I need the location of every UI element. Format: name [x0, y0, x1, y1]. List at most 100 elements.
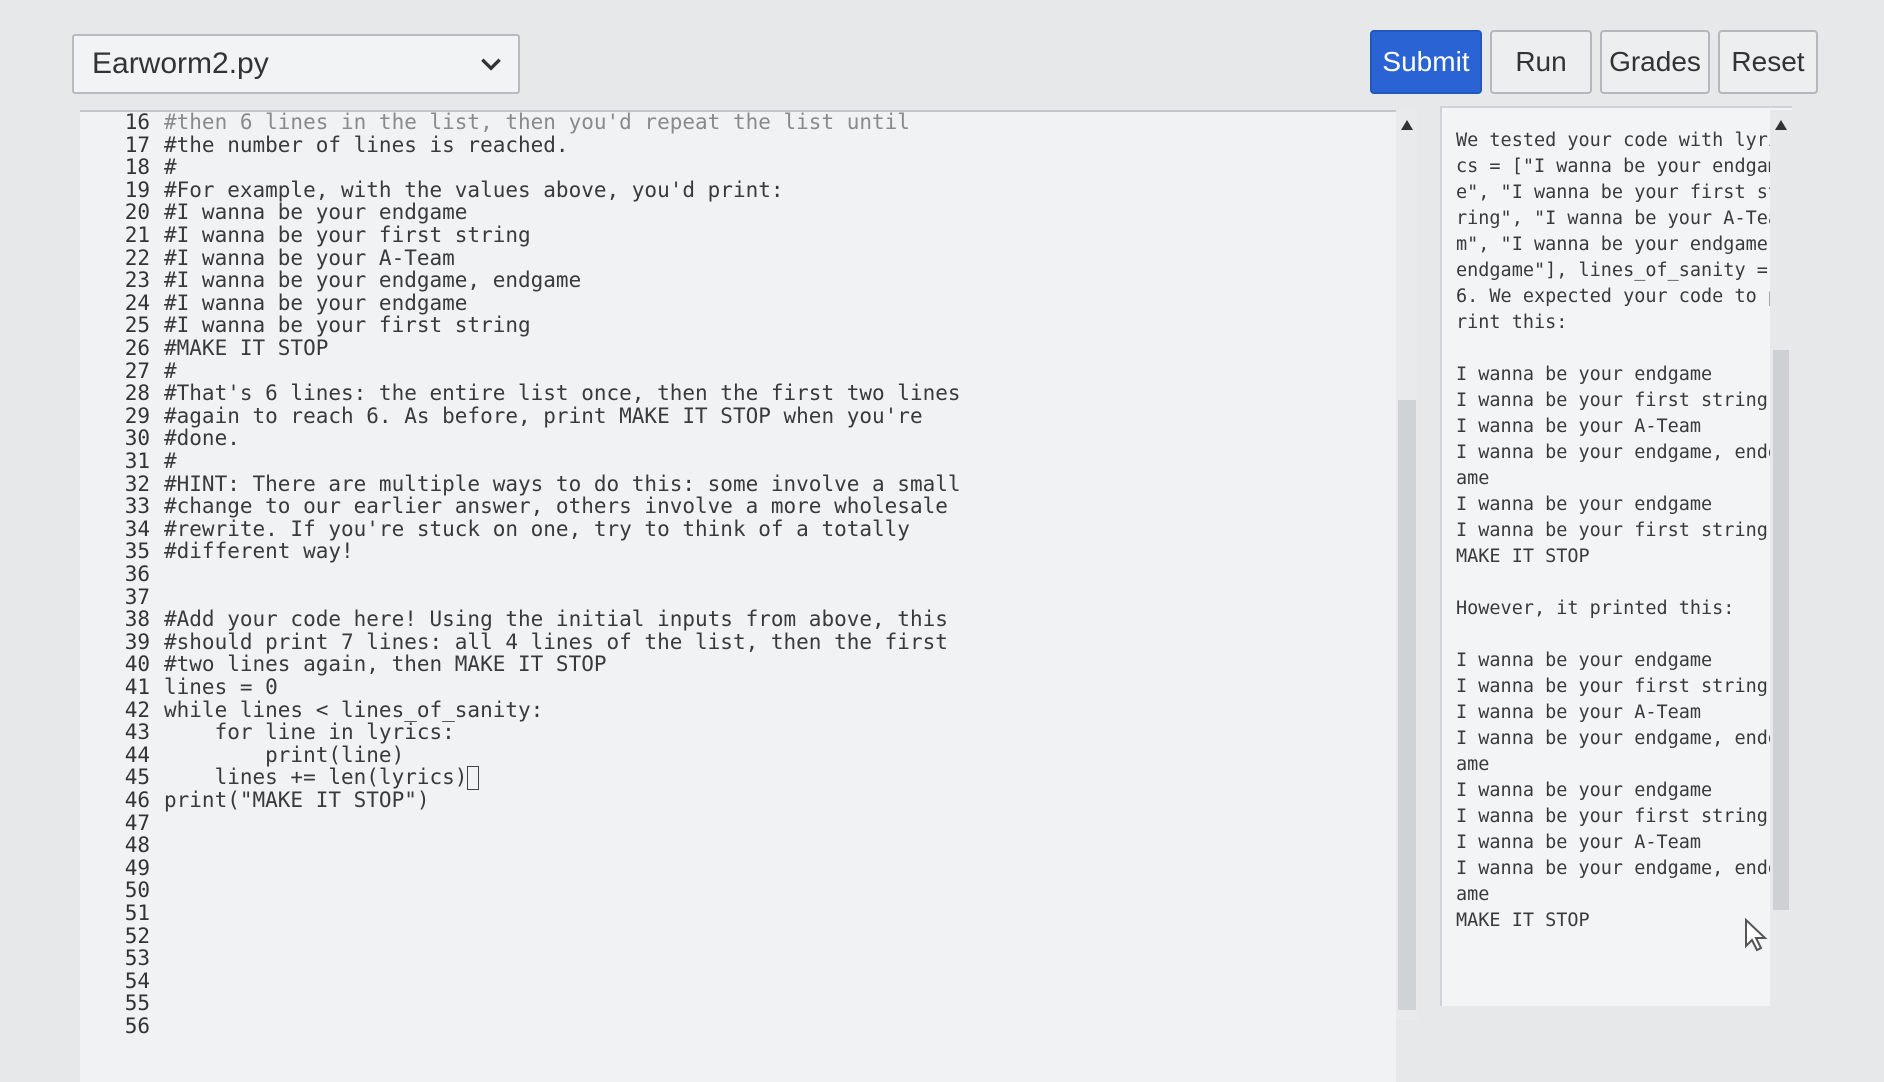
code-line[interactable]: 19 #For example, with the values above, y…: [80, 178, 784, 202]
line-text: #again to reach 6. As before, print MAKE…: [164, 403, 923, 428]
line-number: 26: [124, 336, 150, 360]
line-number: 49: [124, 855, 150, 880]
line-number: 23: [124, 268, 150, 293]
line-number: 25: [124, 313, 150, 338]
line-number: 50: [124, 878, 150, 903]
line-number: 32: [124, 471, 150, 496]
line-number: 38: [124, 607, 150, 632]
line-text: #: [164, 358, 177, 383]
line-number: 55: [124, 991, 150, 1016]
reset-button[interactable]: Reset: [1718, 30, 1818, 94]
line-text: #I wanna be your endgame, endgame: [164, 268, 582, 293]
code-line[interactable]: 48: [80, 833, 164, 857]
code-line[interactable]: 35 #different way!: [80, 539, 354, 563]
code-line[interactable]: 46 print("MAKE IT STOP"): [80, 788, 430, 812]
code-line[interactable]: 27 #: [80, 359, 177, 383]
line-number: 18: [124, 155, 150, 180]
line-text: #I wanna be your endgame: [164, 200, 468, 225]
code-line[interactable]: 18 #: [80, 155, 177, 179]
line-number: 28: [124, 381, 150, 406]
code-line[interactable]: 36: [80, 562, 164, 586]
code-line[interactable]: 55: [80, 991, 164, 1015]
file-select-dropdown[interactable]: Earworm2.py: [72, 34, 520, 94]
code-line[interactable]: 43 for line in lyrics:: [80, 720, 455, 744]
code-line[interactable]: 42 while lines < lines_of_sanity:: [80, 697, 544, 722]
line-text: #I wanna be your first string: [164, 223, 531, 247]
line-number: 53: [124, 946, 150, 971]
code-line[interactable]: 33 #change to our earlier answer, others …: [80, 494, 948, 518]
line-number: 45: [124, 765, 150, 790]
code-line[interactable]: 44 print(line): [80, 742, 405, 767]
code-line[interactable]: 31 #: [80, 449, 177, 473]
code-line[interactable]: 40 #two lines again, then MAKE IT STOP: [80, 652, 607, 676]
line-number: 33: [124, 494, 150, 519]
code-line[interactable]: 54: [80, 969, 164, 993]
code-line[interactable]: 28 #That's 6 lines: the entire list once,…: [80, 381, 961, 405]
line-number: 24: [124, 290, 150, 315]
line-text: #the number of lines is reached.: [164, 132, 569, 157]
scroll-up-icon[interactable]: [1401, 120, 1413, 130]
line-number: 48: [124, 833, 150, 858]
code-line[interactable]: 22 #I wanna be your A-Team: [80, 246, 455, 270]
line-text: #: [164, 155, 177, 180]
submit-button[interactable]: Submit: [1370, 30, 1482, 94]
code-line[interactable]: 56: [80, 1014, 164, 1038]
code-line[interactable]: 21 #I wanna be your first string: [80, 223, 531, 247]
code-line[interactable]: 52: [80, 924, 164, 948]
line-text: #done.: [164, 426, 240, 451]
code-line[interactable]: 25 #I wanna be your first string: [80, 313, 531, 337]
line-text: print("MAKE IT STOP"): [164, 788, 430, 812]
editor-scrollbar-thumb[interactable]: [1398, 400, 1416, 1010]
line-text: #MAKE IT STOP: [164, 336, 329, 360]
code-line[interactable]: 45 lines += len(lyrics): [80, 765, 480, 791]
code-line[interactable]: 50: [80, 878, 164, 902]
run-button[interactable]: Run: [1490, 30, 1592, 94]
code-line[interactable]: 53: [80, 946, 164, 970]
line-text: #: [164, 449, 177, 473]
code-line[interactable]: 32 #HINT: There are multiple ways to do t…: [80, 472, 961, 496]
code-line[interactable]: 34 #rewrite. If you're stuck on one, try …: [80, 517, 910, 541]
line-text: #Add your code here! Using the initial i…: [164, 607, 948, 632]
code-line[interactable]: 24 #I wanna be your endgame: [80, 290, 468, 315]
line-number: 37: [124, 584, 150, 609]
line-number: 36: [124, 562, 150, 586]
code-line[interactable]: 29 #again to reach 6. As before, print MA…: [80, 404, 923, 428]
line-text: #I wanna be your first string: [164, 313, 531, 338]
line-number: 54: [124, 968, 150, 993]
output-scrollbar[interactable]: [1770, 110, 1792, 1010]
code-line[interactable]: 20 #I wanna be your endgame: [80, 200, 468, 225]
mouse-pointer-icon: [1745, 918, 1768, 952]
code-line[interactable]: 37: [80, 585, 164, 609]
code-line[interactable]: 39 #should print 7 lines: all 4 lines of …: [80, 630, 948, 654]
code-line[interactable]: 49: [80, 856, 164, 880]
scroll-up-icon[interactable]: [1775, 120, 1787, 130]
line-text: while lines < lines_of_sanity:: [164, 697, 544, 722]
line-number: 29: [124, 403, 150, 428]
line-text: #should print 7 lines: all 4 lines of th…: [164, 629, 948, 654]
line-number: 19: [124, 177, 150, 202]
line-text: #I wanna be your A-Team: [164, 245, 455, 270]
line-number: 40: [124, 652, 150, 677]
code-line[interactable]: 23 #I wanna be your endgame, endgame: [80, 268, 582, 293]
line-text: #rewrite. If you're stuck on one, try to…: [164, 516, 910, 541]
line-text: #For example, with the values above, you…: [164, 177, 784, 202]
code-editor[interactable]: 16 #then 6 lines in the list, then you'd …: [80, 110, 1396, 1082]
line-text: #HINT: There are multiple ways to do thi…: [164, 471, 961, 496]
line-text: #then 6 lines in the list, then you'd re…: [164, 110, 910, 134]
code-line[interactable]: 16 #then 6 lines in the list, then you'd …: [80, 110, 910, 134]
code-line[interactable]: 51: [80, 901, 164, 925]
code-line[interactable]: 30 #done.: [80, 426, 240, 450]
output-scrollbar-thumb[interactable]: [1773, 350, 1789, 910]
line-number: 44: [124, 742, 150, 767]
code-line[interactable]: 41 lines = 0: [80, 675, 278, 699]
code-line[interactable]: 26 #MAKE IT STOP: [80, 336, 329, 360]
code-line[interactable]: 38 #Add your code here! Using the initial…: [80, 607, 948, 631]
code-line[interactable]: 47: [80, 811, 164, 835]
grades-button[interactable]: Grades: [1600, 30, 1710, 94]
editor-scrollbar[interactable]: [1396, 110, 1418, 1020]
line-number: 41: [124, 675, 150, 699]
line-text: #That's 6 lines: the entire list once, t…: [164, 381, 961, 406]
code-line[interactable]: 17 #the number of lines is reached.: [80, 133, 569, 157]
line-text: #change to our earlier answer, others in…: [164, 494, 948, 519]
line-text: print(line): [164, 742, 405, 767]
